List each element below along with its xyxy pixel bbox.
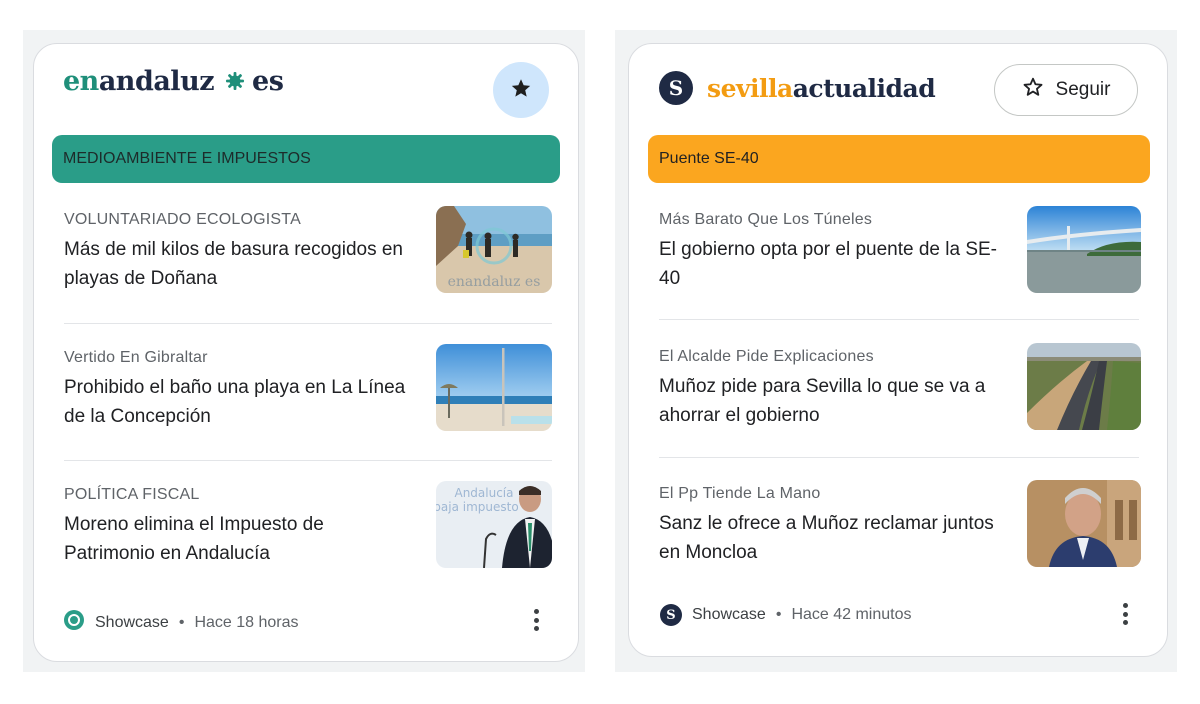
news-item[interactable]: POLÍTICA FISCAL Moreno elimina el Impues… xyxy=(64,481,552,604)
star-filled-icon xyxy=(510,77,532,104)
item-thumbnail-beach-volunteers[interactable]: enandaluz es xyxy=(436,206,552,293)
logo-text-actualidad: actualidad xyxy=(792,73,936,103)
logo-text-sevilla: sevilla xyxy=(707,73,793,103)
item-kicker: VOLUNTARIADO ECOLOGISTA xyxy=(64,211,301,228)
footer-separator: • xyxy=(178,613,185,631)
thumb-watermark: enandaluz es xyxy=(448,274,541,290)
favorite-star-button[interactable] xyxy=(493,62,549,118)
sun-gear-icon xyxy=(225,71,245,96)
item-divider xyxy=(659,319,1139,320)
logo-badge-letter: S xyxy=(668,76,684,100)
publisher-logo[interactable]: en andaluz es xyxy=(63,66,284,97)
showcase-icon: S xyxy=(660,604,682,626)
item-title[interactable]: El gobierno opta por el puente de la SE-… xyxy=(659,235,1009,293)
logo-text-es: es xyxy=(252,66,284,97)
item-title[interactable]: Moreno elimina el Impuesto de Patrimonio… xyxy=(64,510,414,568)
topic-band[interactable]: MEDIOAMBIENTE E IMPUESTOS xyxy=(52,135,560,183)
logo-text-en: en xyxy=(63,66,99,97)
footer-badge-letter: S xyxy=(666,607,676,623)
topic-band-label: Puente SE-40 xyxy=(659,150,759,167)
footer-timestamp: Hace 42 minutos xyxy=(791,606,912,623)
topic-band-label: MEDIOAMBIENTE E IMPUESTOS xyxy=(63,150,311,167)
item-title[interactable]: Prohibido el baño una playa en La Línea … xyxy=(64,373,414,431)
footer-separator: • xyxy=(775,606,782,623)
item-kicker: POLÍTICA FISCAL xyxy=(64,486,200,503)
item-thumbnail-bridge[interactable] xyxy=(1027,206,1141,293)
logo-badge-icon: S xyxy=(659,71,693,105)
publisher-logo[interactable]: S sevilla actualidad xyxy=(659,71,936,105)
showcase-icon xyxy=(63,609,85,636)
item-thumbnail-beach-shore[interactable] xyxy=(436,344,552,431)
footer-source[interactable]: Showcase xyxy=(95,614,169,632)
item-title[interactable]: Sanz le ofrece a Muñoz reclamar juntos e… xyxy=(659,509,1009,567)
topic-band[interactable]: Puente SE-40 xyxy=(648,135,1150,183)
more-options-icon[interactable] xyxy=(524,605,548,635)
more-options-icon[interactable] xyxy=(1113,599,1137,629)
footer-timestamp: Hace 18 horas xyxy=(194,613,299,631)
logo-text-andaluz: andaluz xyxy=(98,66,215,97)
news-card-enandaluz[interactable]: en andaluz es MEDIOAMBIENTE E IMPUESTOS … xyxy=(33,43,579,662)
thumb-text-baja-impuesto: baja impuesto xyxy=(436,500,519,514)
news-item[interactable]: VOLUNTARIADO ECOLOGISTA Más de mil kilos… xyxy=(64,206,552,329)
news-item[interactable]: Vertido En Gibraltar Prohibido el baño u… xyxy=(64,344,552,467)
news-item[interactable]: Más Barato Que Los Túneles El gobierno o… xyxy=(659,206,1141,329)
news-item[interactable]: El Pp Tiende La Mano Sanz le ofrece a Mu… xyxy=(659,480,1141,603)
follow-button-label: Seguir xyxy=(1055,79,1111,100)
item-thumbnail-highway[interactable] xyxy=(1027,343,1141,430)
item-divider xyxy=(659,457,1139,458)
card-footer: S Showcase • Hace 42 minutos xyxy=(660,604,912,626)
item-title[interactable]: Muñoz pide para Sevilla lo que se va a a… xyxy=(659,372,1009,430)
item-divider xyxy=(64,460,552,461)
card-footer: Showcase • Hace 18 horas xyxy=(63,609,299,636)
item-divider xyxy=(64,323,552,324)
item-kicker: Más Barato Que Los Túneles xyxy=(659,211,873,228)
item-thumbnail-politician[interactable]: Andalucía baja impuesto xyxy=(436,481,552,568)
item-kicker: Vertido En Gibraltar xyxy=(64,349,208,366)
news-item[interactable]: El Alcalde Pide Explicaciones Muñoz pide… xyxy=(659,343,1141,466)
follow-button[interactable]: Seguir xyxy=(994,64,1138,116)
item-kicker: El Alcalde Pide Explicaciones xyxy=(659,348,874,365)
news-card-sevillaactualidad[interactable]: S sevilla actualidad Seguir Puente SE-40… xyxy=(628,43,1168,657)
item-kicker: El Pp Tiende La Mano xyxy=(659,485,821,502)
thumb-text-andalucia: Andalucía xyxy=(454,486,513,500)
item-thumbnail-portrait[interactable] xyxy=(1027,480,1141,567)
footer-source[interactable]: Showcase xyxy=(692,606,766,624)
star-outline-icon xyxy=(1022,76,1044,104)
item-title[interactable]: Más de mil kilos de basura recogidos en … xyxy=(64,235,414,293)
